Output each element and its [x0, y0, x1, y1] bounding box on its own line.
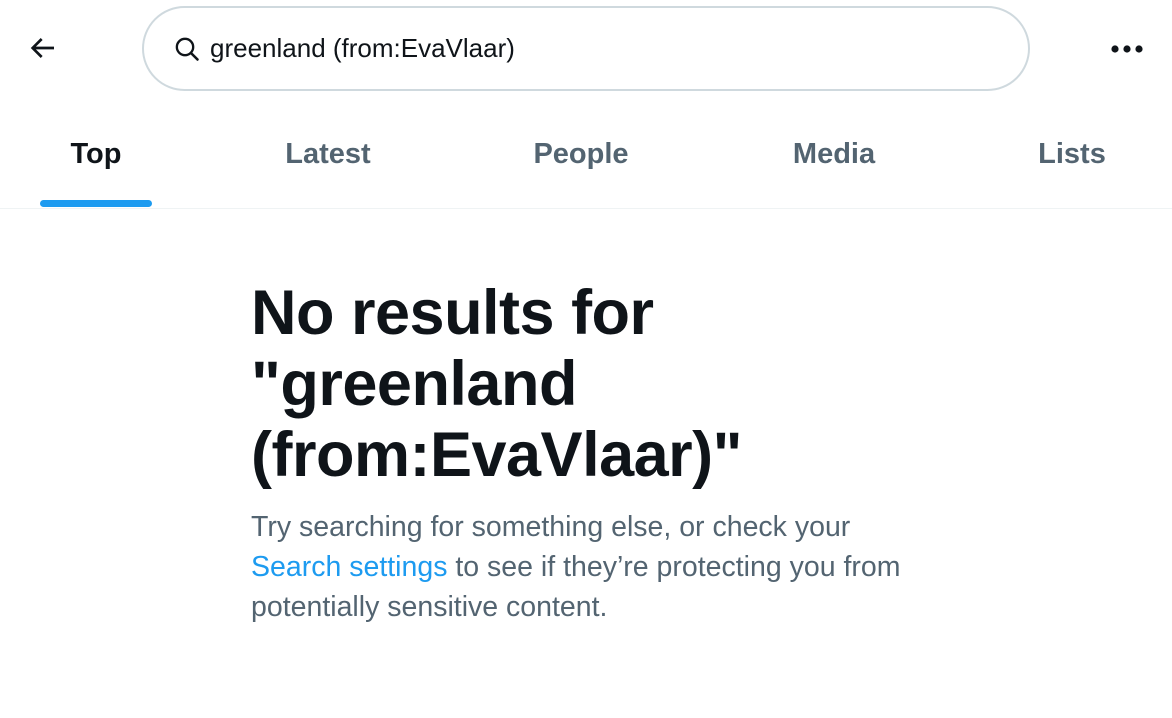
- tab-label: Latest: [285, 138, 371, 170]
- more-button[interactable]: [1102, 26, 1152, 74]
- message-text: Try searching for something else, or che…: [251, 511, 851, 543]
- title-line: "greenland: [251, 349, 577, 419]
- search-settings-link[interactable]: Search settings: [251, 551, 447, 583]
- search-icon: [172, 34, 202, 64]
- tab-people[interactable]: People: [516, 108, 646, 208]
- empty-state-message: Try searching for something else, or che…: [251, 507, 911, 627]
- tab-label: People: [533, 138, 629, 170]
- title-line: (from:EvaVlaar)": [251, 420, 743, 490]
- more-icon: [1110, 41, 1144, 59]
- search-input[interactable]: [210, 33, 970, 64]
- title-line: No results for: [251, 278, 654, 348]
- search-box[interactable]: [142, 6, 1030, 91]
- tab-lists[interactable]: Lists: [1024, 108, 1120, 208]
- active-tab-indicator: [40, 200, 152, 207]
- tab-media[interactable]: Media: [776, 108, 892, 208]
- back-button[interactable]: [18, 26, 66, 74]
- tab-latest[interactable]: Latest: [268, 108, 388, 208]
- search-results-page: Top Latest People Media Lists No results…: [0, 0, 1172, 718]
- search-tabs: Top Latest People Media Lists: [0, 108, 1172, 209]
- empty-state: No results for "greenland (from:EvaVlaar…: [251, 278, 931, 627]
- tab-label: Lists: [1038, 138, 1106, 170]
- tab-label: Media: [792, 138, 876, 170]
- back-arrow-icon: [26, 32, 58, 69]
- tab-label: Top: [70, 138, 122, 170]
- tab-top[interactable]: Top: [40, 108, 152, 208]
- empty-state-title: No results for "greenland (from:EvaVlaar…: [251, 278, 931, 491]
